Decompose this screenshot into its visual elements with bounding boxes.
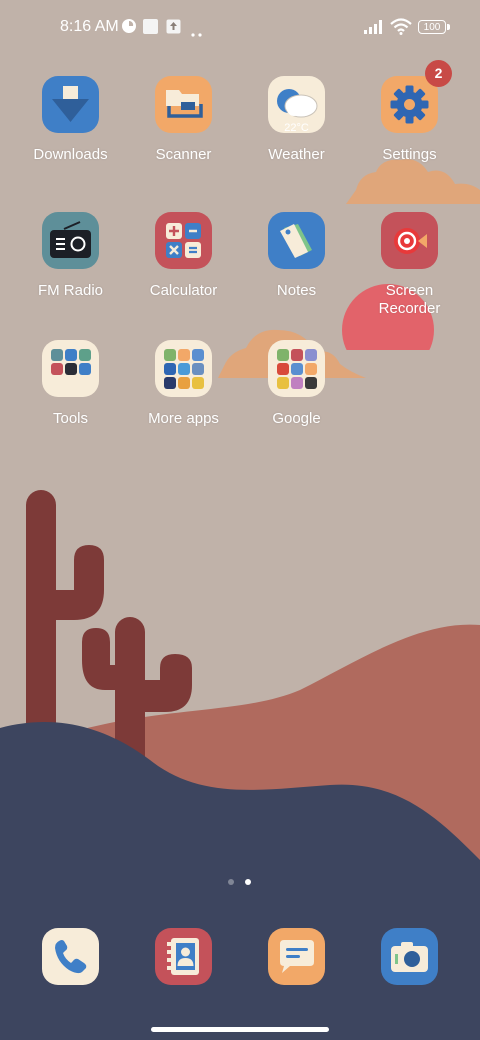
app-label-fm-radio: FM Radio: [37, 282, 104, 299]
page-dot-2-active[interactable]: [245, 879, 251, 885]
app-weather[interactable]: 22°C Weather: [240, 76, 353, 164]
status-time: 8:16 AM: [60, 18, 119, 35]
app-label-settings: Settings: [382, 146, 437, 163]
wifi-icon: [390, 18, 412, 40]
folder-app-icon: [291, 349, 303, 361]
home-indicator-bar[interactable]: [151, 1027, 329, 1032]
folder-app-icon: [65, 349, 77, 361]
folder-label-google: Google: [272, 410, 321, 427]
dock-contacts[interactable]: [155, 928, 212, 985]
folder-app-icon: [291, 377, 303, 389]
folder-app-icon: [164, 363, 176, 375]
folder-app-icon: [164, 377, 176, 389]
data-saver-icon: [121, 18, 137, 39]
folder-app-icon: [277, 363, 289, 375]
contacts-icon: [167, 938, 199, 975]
app-settings[interactable]: Settings: [353, 76, 466, 164]
folder-app-icon: [277, 377, 289, 389]
messages-icon: [280, 940, 314, 973]
folder-app-icon: [65, 363, 77, 375]
app-screen-recorder[interactable]: Screen Recorder: [353, 212, 466, 318]
folder-app-icon: [79, 349, 91, 361]
app-scanner[interactable]: Scanner: [127, 76, 240, 164]
download-icon: [42, 76, 99, 133]
folder-app-icon: [192, 349, 204, 361]
folder-label-more-apps: More apps: [148, 410, 219, 427]
folder-more-apps[interactable]: More apps: [127, 340, 240, 428]
weather-temperature: 22°C: [284, 122, 309, 134]
folder-app-icon: [291, 363, 303, 375]
settings-notification-badge: 2: [425, 60, 452, 87]
calculator-icon: [155, 212, 212, 269]
folder-app-icon: [277, 349, 289, 361]
scanner-icon: [155, 76, 212, 133]
camera-icon: [391, 942, 428, 972]
folder-tools[interactable]: Tools: [14, 340, 127, 428]
folder-app-icon: [178, 377, 190, 389]
folder-app-icon: [51, 349, 63, 361]
app-calculator[interactable]: Calculator: [127, 212, 240, 300]
weather-icon: 22°C: [268, 76, 325, 134]
folder-icon: [155, 340, 212, 397]
folder-app-icon: [305, 377, 317, 389]
dock-camera[interactable]: [381, 928, 438, 985]
app-label-downloads: Downloads: [33, 146, 108, 163]
app-label-calculator: Calculator: [149, 282, 218, 299]
app-label-weather: Weather: [268, 146, 325, 163]
app-label-notes: Notes: [276, 282, 317, 299]
status-bar: 8:16 AM 100: [0, 0, 480, 56]
radio-icon: [42, 212, 99, 269]
folder-icon: [42, 340, 99, 397]
folder-app-icon: [192, 377, 204, 389]
folder-app-icon: [178, 363, 190, 375]
battery-icon: 100: [418, 20, 450, 34]
folder-app-icon: [164, 349, 176, 361]
folder-app-icon: [305, 349, 317, 361]
dock-phone[interactable]: [42, 928, 99, 985]
notes-icon: [268, 212, 325, 269]
app-downloads[interactable]: Downloads: [14, 76, 127, 164]
folder-app-icon: [51, 363, 63, 375]
gear-icon: [381, 76, 438, 133]
screen-recorder-icon: [381, 212, 438, 269]
signal-icon: [364, 20, 386, 39]
folder-icon: [268, 340, 325, 397]
dock-messages[interactable]: [268, 928, 325, 985]
folder-google[interactable]: Google: [240, 340, 353, 428]
folder-app-icon: [178, 349, 190, 361]
folder-app-icon: [305, 363, 317, 375]
app-notes[interactable]: Notes: [240, 212, 353, 300]
folder-app-icon: [79, 363, 91, 375]
folder-app-icon: [192, 363, 204, 375]
app-label-scanner: Scanner: [155, 146, 212, 163]
upload-icon: [166, 19, 181, 39]
more-dots-icon: [191, 24, 203, 42]
folder-label-tools: Tools: [52, 410, 89, 427]
phone-icon: [55, 940, 87, 974]
app-fm-radio[interactable]: FM Radio: [14, 212, 127, 300]
app-label-screen-recorder: Screen Recorder: [378, 282, 441, 317]
page-dot-1[interactable]: [228, 879, 234, 885]
notification-box-icon: [143, 19, 158, 34]
